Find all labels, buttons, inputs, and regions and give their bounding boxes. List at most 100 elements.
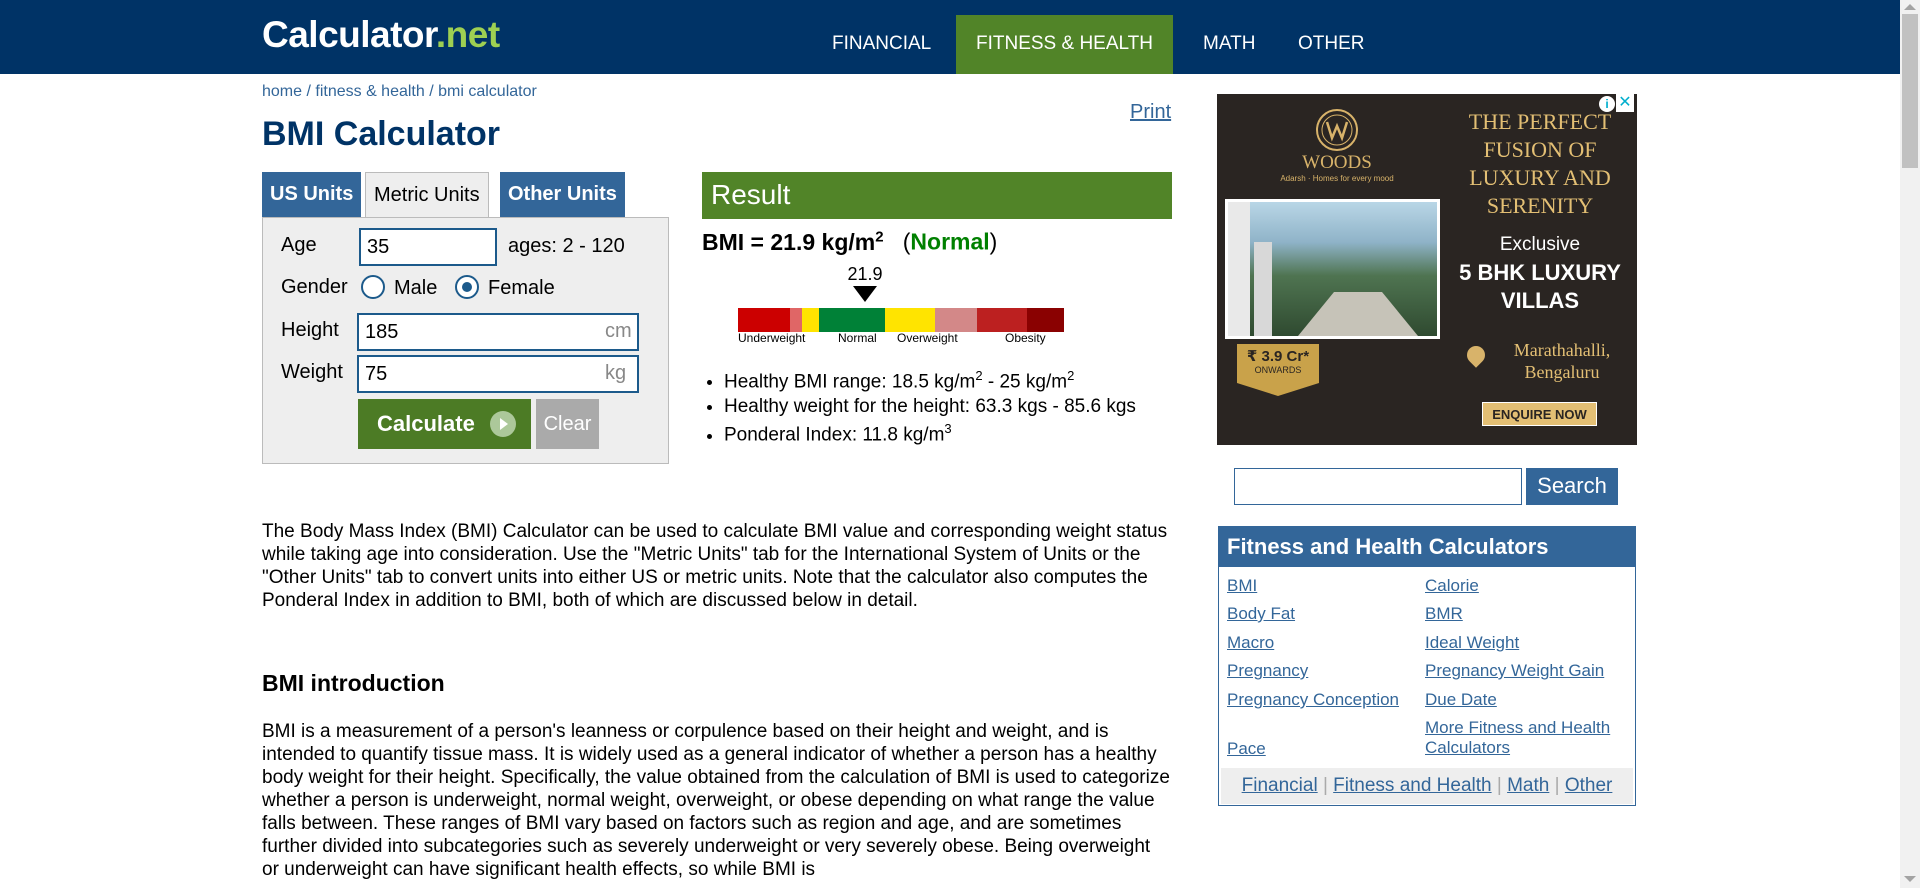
gender-male-label[interactable]: Male — [394, 277, 437, 300]
healthy-range-mid: - 25 kg/m — [982, 371, 1068, 393]
tab-other-units[interactable]: Other Units — [500, 172, 625, 217]
ad-photo-building — [1228, 202, 1250, 336]
weight-label: Weight — [281, 361, 343, 383]
sidebar-title: Fitness and Health Calculators — [1219, 527, 1635, 567]
nav-other[interactable]: OTHER — [1278, 15, 1385, 74]
tab-metric-units[interactable]: Metric Units — [365, 172, 489, 218]
nav-financial[interactable]: FINANCIAL — [812, 15, 951, 74]
bmi-result-line: BMI = 21.9 kg/m2 (Normal) — [702, 228, 997, 256]
page-title: BMI Calculator — [262, 115, 501, 153]
age-label: Age — [281, 234, 317, 256]
section-heading: BMI introduction — [262, 670, 445, 696]
calculate-button-label: Calculate — [377, 411, 475, 436]
advertisement-banner[interactable]: i ✕ WOODS Adarsh · Homes for every mood … — [1217, 94, 1637, 445]
gauge-band — [738, 308, 790, 332]
height-label: Height — [281, 319, 339, 341]
footer-link-financial[interactable]: Financial — [1242, 775, 1318, 796]
ad-photo-building — [1254, 242, 1272, 336]
sidebar-link-calorie[interactable]: Calorie — [1425, 576, 1479, 596]
gauge-label-obesity: Obesity — [1005, 331, 1046, 345]
healthy-bmi-range: Healthy BMI range: 18.5 kg/m2 - 25 kg/m2 — [724, 368, 1136, 393]
breadcrumb-separator: / — [302, 83, 316, 100]
bmi-value: BMI = 21.9 kg/m2 — [702, 228, 884, 255]
clear-button[interactable]: Clear — [536, 399, 599, 449]
gender-male-radio[interactable] — [361, 275, 385, 299]
top-navigation-bar: Calculator.net FINANCIAL FITNESS & HEALT… — [0, 0, 1900, 74]
result-header: Result — [702, 172, 1172, 219]
healthy-range-exp-2: 2 — [1067, 368, 1075, 383]
ad-price: ₹ 3.9 Cr* — [1246, 348, 1310, 365]
gender-female-radio[interactable] — [455, 275, 479, 299]
nav-math[interactable]: MATH — [1183, 15, 1275, 74]
sidebar-link-bmi[interactable]: BMI — [1227, 576, 1257, 596]
gauge-band — [802, 308, 819, 332]
ad-villas: 5 BHK LUXURY VILLAS — [1459, 260, 1621, 313]
breadcrumb-bmi-calculator[interactable]: bmi calculator — [438, 83, 537, 100]
bmi-gauge: 21.9 Underweight Normal Overweight Obesi… — [738, 264, 1064, 345]
healthy-weight: Healthy weight for the height: 63.3 kgs … — [724, 396, 1136, 418]
height-input[interactable]: 185 — [357, 313, 639, 351]
gauge-label-normal: Normal — [838, 331, 877, 345]
ad-headline: THE PERFECT FUSION OF LUXURY AND SERENIT… — [1468, 109, 1612, 218]
tab-us-units[interactable]: US Units — [262, 172, 362, 217]
ponderal-index: Ponderal Index: 11.8 kg/m3 — [724, 421, 1136, 446]
age-input[interactable]: 35 — [359, 228, 497, 266]
ad-brand-tagline: Adarsh · Homes for every mood — [1280, 174, 1394, 183]
gauge-pointer-icon — [853, 286, 877, 302]
nav-fitness-health[interactable]: FITNESS & HEALTH — [956, 15, 1174, 74]
calculator-form: Age 35 ages: 2 - 120 Gender Male Female … — [262, 217, 669, 464]
ad-brand-name: WOODS — [1302, 152, 1372, 173]
healthy-range-exp-1: 2 — [975, 368, 983, 383]
play-arrow-icon — [490, 411, 516, 437]
height-unit: cm — [605, 320, 632, 342]
sidebar-link-macro[interactable]: Macro — [1227, 633, 1274, 653]
age-hint: ages: 2 - 120 — [508, 235, 625, 257]
location-pin-icon — [1463, 342, 1489, 368]
footer-link-math[interactable]: Math — [1507, 775, 1549, 796]
sidebar-footer-links: Financial | Fitness and Health | Math | … — [1221, 768, 1633, 804]
search-input[interactable] — [1234, 468, 1522, 505]
gauge-band — [1027, 308, 1064, 332]
result-details-list: Healthy BMI range: 18.5 kg/m2 - 25 kg/m2… — [724, 368, 1136, 450]
ad-enquire-button[interactable]: ENQUIRE NOW — [1482, 402, 1597, 426]
footer-link-other[interactable]: Other — [1565, 775, 1613, 796]
breadcrumb: home / fitness & health / bmi calculator — [262, 83, 537, 101]
calculate-button[interactable]: Calculate — [358, 399, 531, 449]
ad-villa-photo — [1225, 199, 1440, 339]
search-button[interactable]: Search — [1526, 468, 1618, 505]
sidebar-link-more-fitness[interactable]: More Fitness and Health Calculators — [1425, 718, 1625, 758]
gender-label: Gender — [281, 276, 348, 298]
gender-female-label[interactable]: Female — [488, 277, 555, 300]
logo-suffix: .net — [435, 14, 500, 55]
sidebar-link-pregnancy-conception[interactable]: Pregnancy Conception — [1227, 690, 1399, 710]
site-logo[interactable]: Calculator.net — [262, 14, 500, 56]
sidebar-link-pregnancy-weight-gain[interactable]: Pregnancy Weight Gain — [1425, 661, 1604, 681]
sidebar-link-pace[interactable]: Pace — [1227, 739, 1266, 759]
bmi-intro-paragraph: BMI is a measurement of a person's leann… — [262, 721, 1170, 880]
sidebar-link-pregnancy[interactable]: Pregnancy — [1227, 661, 1308, 681]
scroll-down-arrow-icon[interactable] — [1904, 876, 1916, 882]
print-link[interactable]: Print — [1130, 101, 1171, 124]
ad-photo-walkway — [1298, 292, 1418, 336]
gauge-label-overweight: Overweight — [897, 331, 958, 345]
ad-location: Marathahalli, Bengaluru — [1513, 340, 1611, 382]
weight-input[interactable]: 75 — [357, 355, 639, 393]
bmi-value-text: BMI = 21.9 kg/m — [702, 228, 876, 255]
sidebar-link-ideal-weight[interactable]: Ideal Weight — [1425, 633, 1519, 653]
status-paren-close: ) — [989, 228, 998, 255]
ad-price-sub: ONWARDS — [1254, 365, 1302, 375]
ponderal-exponent: 3 — [944, 421, 952, 437]
scrollbar-thumb[interactable] — [1902, 14, 1918, 168]
gauge-bands — [738, 308, 1064, 332]
weight-unit: kg — [605, 362, 627, 384]
footer-link-fitness-health[interactable]: Fitness and Health — [1333, 775, 1491, 796]
footer-separator: | — [1317, 775, 1334, 796]
sidebar-link-body-fat[interactable]: Body Fat — [1227, 604, 1295, 624]
sidebar-link-due-date[interactable]: Due Date — [1425, 690, 1497, 710]
scroll-up-arrow-icon[interactable] — [1904, 4, 1916, 10]
breadcrumb-fitness-health[interactable]: fitness & health — [315, 83, 424, 100]
sidebar-link-bmr[interactable]: BMR — [1425, 604, 1463, 624]
footer-separator: | — [1491, 775, 1508, 796]
breadcrumb-home[interactable]: home — [262, 83, 302, 100]
gauge-band — [977, 308, 1027, 332]
